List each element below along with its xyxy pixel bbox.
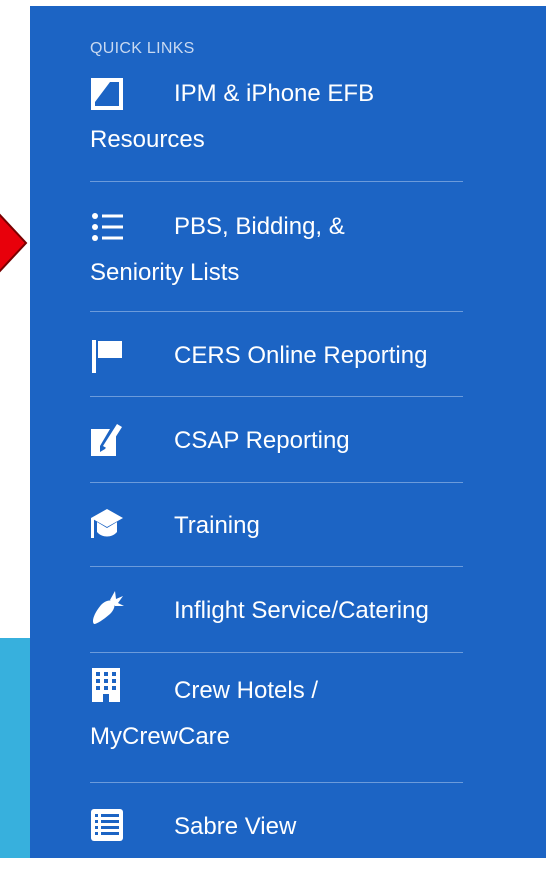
divider bbox=[90, 566, 463, 567]
quick-links-header: QUICK LINKS bbox=[90, 40, 195, 57]
quick-link-csap[interactable]: CSAP Reporting bbox=[90, 418, 462, 464]
quick-link-cers[interactable]: CERS Online Reporting bbox=[90, 333, 462, 379]
quick-link-label-line2: Resources bbox=[90, 126, 205, 153]
quick-link-label: CERS Online Reporting bbox=[174, 342, 428, 369]
quick-link-inflight-catering[interactable]: Inflight Service/Catering bbox=[90, 588, 462, 634]
quick-link-pbs-bidding[interactable]: PBS, Bidding, & Seniority Lists bbox=[90, 204, 462, 296]
divider bbox=[90, 181, 463, 182]
screen: QUICK LINKS IPM & iPhone EFB Resources P… bbox=[0, 0, 546, 887]
list-box-icon bbox=[91, 809, 123, 841]
quick-link-training[interactable]: Training bbox=[90, 503, 462, 549]
list-icon bbox=[92, 213, 123, 241]
divider bbox=[90, 396, 463, 397]
quick-link-ipm-efb[interactable]: IPM & iPhone EFB Resources bbox=[90, 71, 462, 163]
quick-link-label: Sabre View bbox=[174, 813, 297, 840]
divider bbox=[90, 782, 463, 783]
quick-link-label: CSAP Reporting bbox=[174, 427, 350, 454]
quick-link-sabre-view[interactable]: Sabre View bbox=[90, 804, 462, 850]
graduation-cap-icon bbox=[91, 509, 123, 538]
document-icon bbox=[91, 78, 123, 110]
quick-link-label-line2: Seniority Lists bbox=[90, 259, 240, 286]
quick-link-crew-hotels[interactable]: Crew Hotels / MyCrewCare bbox=[90, 668, 462, 760]
quick-link-label: Inflight Service/Catering bbox=[174, 597, 429, 624]
quick-link-label-line1: PBS, Bidding, & bbox=[174, 213, 345, 240]
divider bbox=[90, 311, 463, 312]
flag-icon bbox=[92, 340, 122, 373]
quick-link-label-line1: IPM & iPhone EFB bbox=[174, 80, 375, 107]
quick-links-panel: QUICK LINKS IPM & iPhone EFB Resources P… bbox=[30, 6, 546, 858]
quick-link-label-line1: Crew Hotels / bbox=[174, 677, 319, 704]
divider bbox=[90, 652, 463, 653]
divider bbox=[90, 482, 463, 483]
edit-note-icon bbox=[91, 424, 122, 456]
pointer-arrow-icon bbox=[0, 213, 28, 273]
quick-link-label: Training bbox=[174, 512, 260, 539]
carrot-icon bbox=[92, 591, 124, 624]
building-icon bbox=[92, 668, 120, 702]
quick-link-label-line2: MyCrewCare bbox=[90, 723, 231, 750]
